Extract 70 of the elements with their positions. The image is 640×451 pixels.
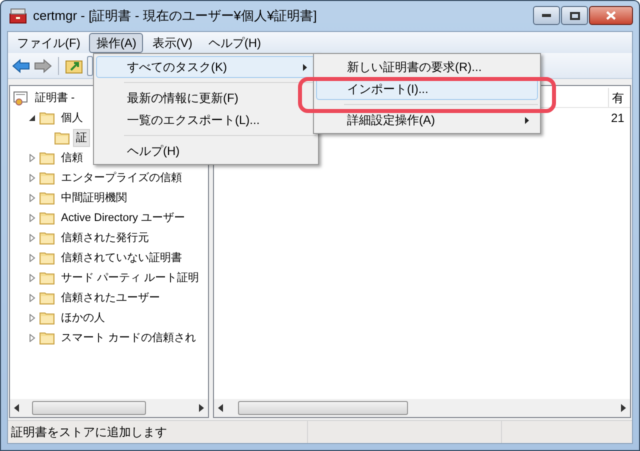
scrollbar-thumb[interactable] — [32, 401, 146, 415]
close-button[interactable] — [589, 6, 633, 25]
certificate-icon — [13, 90, 29, 106]
expand-icon[interactable] — [28, 274, 36, 282]
right-arrow-icon[interactable] — [198, 404, 204, 412]
expand-icon[interactable] — [28, 294, 36, 302]
toolbar-button[interactable] — [87, 56, 93, 76]
folder-icon — [39, 331, 55, 345]
column-header[interactable]: 有 — [608, 88, 630, 107]
tree-item[interactable]: 証 — [73, 128, 90, 148]
folder-icon — [39, 311, 55, 325]
menu-item[interactable]: 詳細設定操作(A) — [316, 109, 538, 131]
horizontal-scrollbar[interactable] — [10, 399, 208, 417]
toolbox-icon — [9, 8, 27, 24]
back-arrow-icon[interactable] — [12, 58, 30, 72]
minimize-button[interactable] — [533, 6, 560, 25]
menu-item[interactable]: 新しい証明書の要求(R)... — [316, 56, 538, 78]
up-folder-icon[interactable] — [65, 58, 83, 74]
tree-item[interactable]: 証明書 - — [32, 88, 78, 108]
menu-item[interactable]: 表示(V) — [145, 32, 200, 52]
tree-item[interactable]: スマート カードの信頼され — [58, 328, 200, 348]
table-cell-text: 21 — [610, 110, 626, 127]
minimize-icon — [542, 14, 551, 17]
expand-icon[interactable] — [28, 254, 36, 262]
left-arrow-icon[interactable] — [218, 404, 224, 412]
maximize-icon — [570, 12, 580, 20]
scrollbar-thumb[interactable] — [238, 401, 408, 415]
close-icon — [606, 11, 616, 20]
window-title: certmgr - [証明書 - 現在のユーザー¥個人¥証明書] — [33, 7, 317, 26]
folder-icon — [39, 171, 55, 185]
status-text: 証明書をストアに追加します — [8, 421, 308, 443]
forward-arrow-icon[interactable] — [34, 58, 52, 72]
folder-icon — [39, 151, 55, 165]
folder-icon — [54, 131, 70, 145]
tree-item[interactable]: 信頼されたユーザー — [58, 288, 163, 308]
horizontal-scrollbar[interactable] — [214, 399, 630, 417]
expand-icon[interactable] — [28, 234, 36, 242]
menu-item[interactable]: すべてのタスク(K) — [96, 56, 316, 78]
maximize-button[interactable] — [561, 6, 588, 25]
tree-item[interactable]: 個人 — [58, 108, 86, 128]
tree-item[interactable]: エンタープライズの信頼 — [58, 168, 185, 188]
menu-item[interactable]: ファイル(F) — [10, 32, 88, 52]
tree-item[interactable]: ほかの人 — [58, 308, 108, 328]
tree-item[interactable]: 信頼された発行元 — [58, 228, 152, 248]
menu-item[interactable]: 最新の情報に更新(F) — [96, 87, 316, 109]
left-arrow-icon[interactable] — [14, 404, 20, 412]
menu-item[interactable]: ヘルプ(H) — [96, 140, 316, 162]
tree-item[interactable]: 中間証明機関 — [58, 188, 130, 208]
menu-item[interactable]: 一覧のエクスポート(L)... — [96, 109, 316, 131]
expand-icon[interactable] — [28, 334, 36, 342]
folder-icon — [39, 211, 55, 225]
menu-item[interactable]: ヘルプ(H) — [201, 32, 268, 52]
folder-icon — [39, 191, 55, 205]
folder-icon — [39, 111, 55, 125]
expand-icon[interactable] — [28, 314, 36, 322]
folder-icon — [39, 271, 55, 285]
right-arrow-icon[interactable] — [620, 404, 626, 412]
tree-item[interactable]: サード パーティ ルート証明 — [58, 268, 202, 288]
folder-icon — [39, 231, 55, 245]
expand-icon[interactable] — [28, 154, 36, 162]
tree-item[interactable]: 信頼されていない証明書 — [58, 248, 185, 268]
expanded-icon[interactable] — [28, 114, 36, 122]
expand-icon[interactable] — [28, 174, 36, 182]
folder-icon — [39, 291, 55, 305]
folder-icon — [39, 251, 55, 265]
expand-icon[interactable] — [28, 194, 36, 202]
tree-item[interactable]: Active Directory ユーザー — [58, 208, 188, 228]
menu-item[interactable]: 操作(A) — [89, 32, 144, 52]
tree-item[interactable]: 信頼 — [58, 148, 86, 168]
expand-icon[interactable] — [28, 214, 36, 222]
